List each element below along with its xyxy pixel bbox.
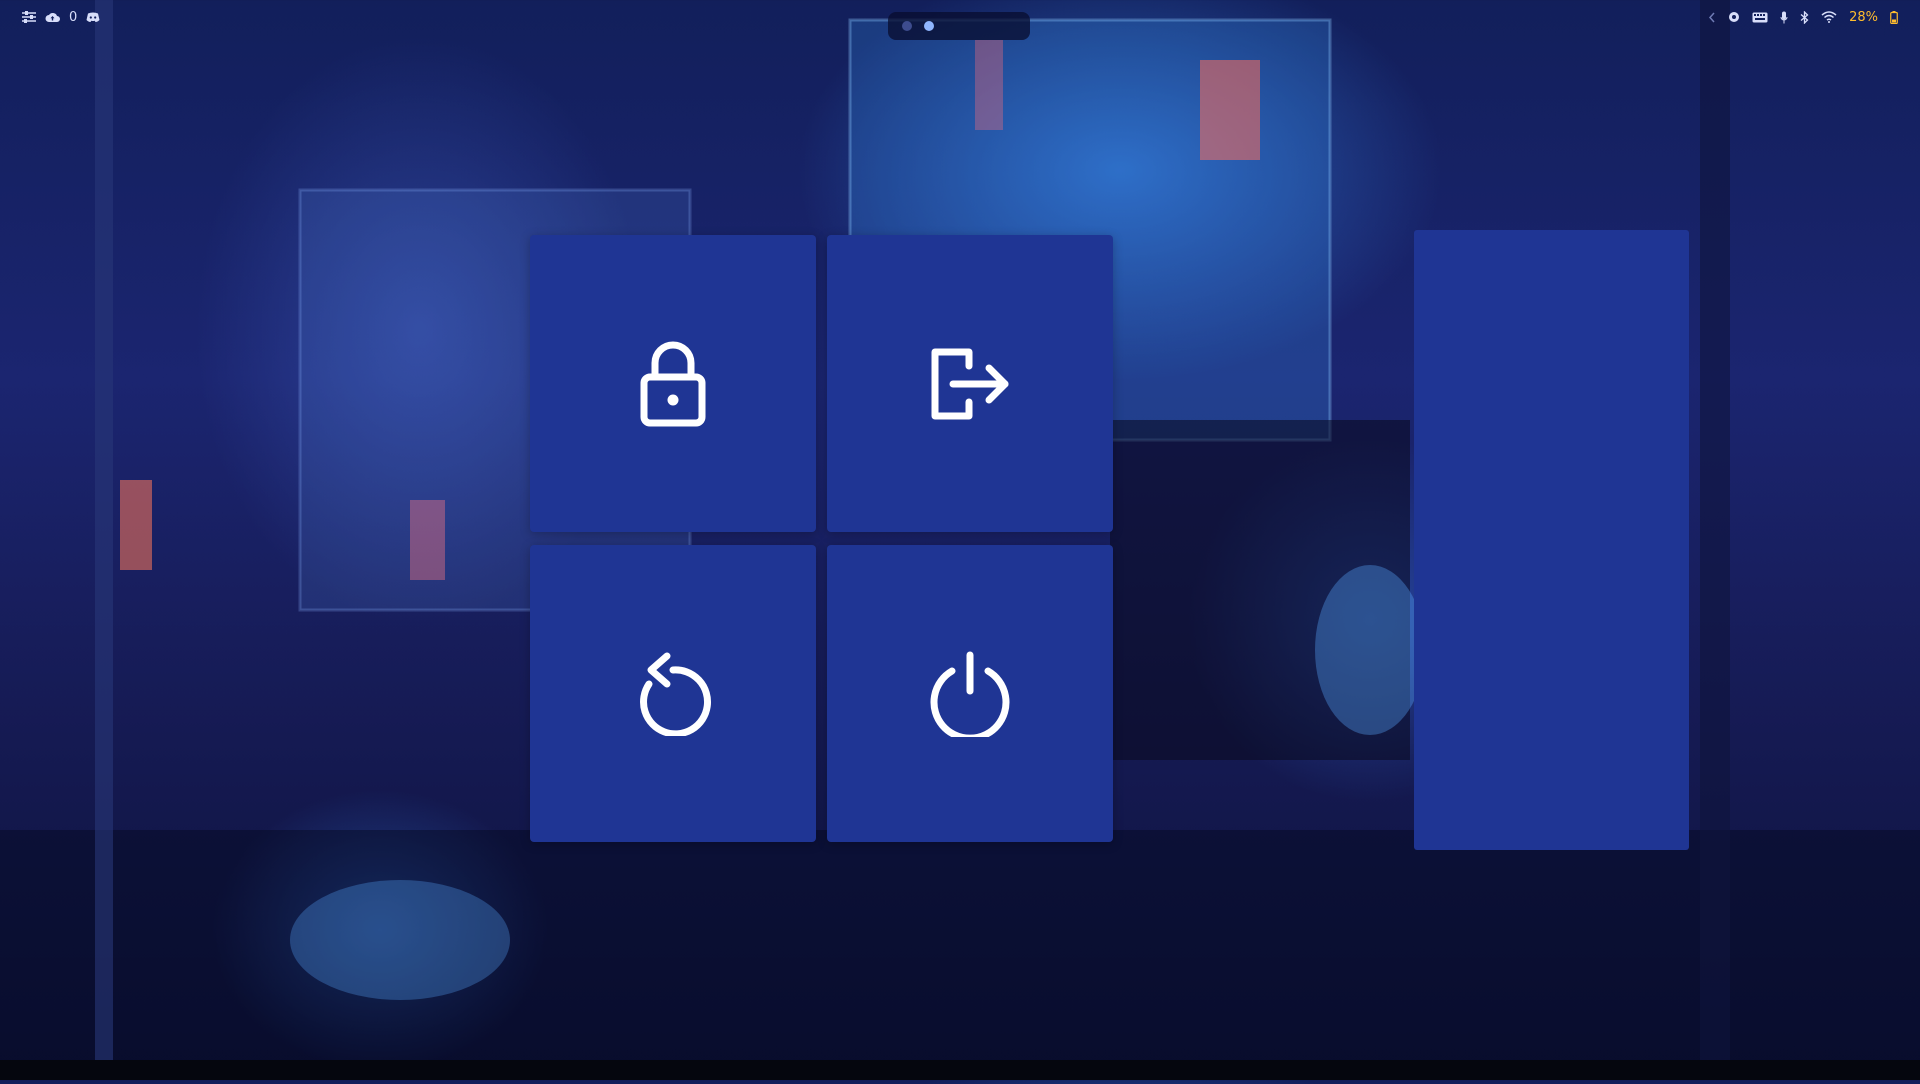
discord-icon[interactable]: [86, 12, 100, 23]
microphone-icon[interactable]: [1780, 11, 1788, 24]
workspace-dot-1[interactable]: [902, 21, 912, 31]
chevron-left-icon[interactable]: [1708, 12, 1716, 23]
bar-right-section: 28%: [1708, 10, 1920, 25]
top-bar: 0 28%: [0, 0, 1920, 40]
bar-left-section: 0: [0, 10, 100, 25]
battery-icon[interactable]: [1890, 10, 1898, 24]
keyboard-icon[interactable]: [1752, 12, 1768, 23]
shutdown-button[interactable]: [827, 545, 1113, 842]
lock-button[interactable]: [530, 235, 816, 532]
reboot-button[interactable]: [530, 545, 816, 842]
battery-percent: 28%: [1849, 9, 1878, 25]
reboot-icon: [633, 652, 713, 736]
workspace-dot-2-active[interactable]: [924, 21, 934, 31]
power-icon: [928, 651, 1012, 737]
logout-icon: [927, 346, 1013, 422]
lock-icon: [638, 341, 708, 427]
bluetooth-icon[interactable]: [1800, 10, 1809, 24]
logout-button[interactable]: [827, 235, 1113, 532]
cloud-upload-icon[interactable]: [45, 12, 60, 23]
settings-icon[interactable]: [1728, 11, 1740, 23]
wifi-icon[interactable]: [1821, 11, 1837, 23]
sliders-icon[interactable]: [22, 11, 36, 23]
side-panel: [1414, 230, 1689, 850]
workspace-switcher: [888, 12, 1030, 40]
bottom-bar: [0, 1060, 1920, 1080]
cloud-count: 0: [69, 9, 78, 25]
